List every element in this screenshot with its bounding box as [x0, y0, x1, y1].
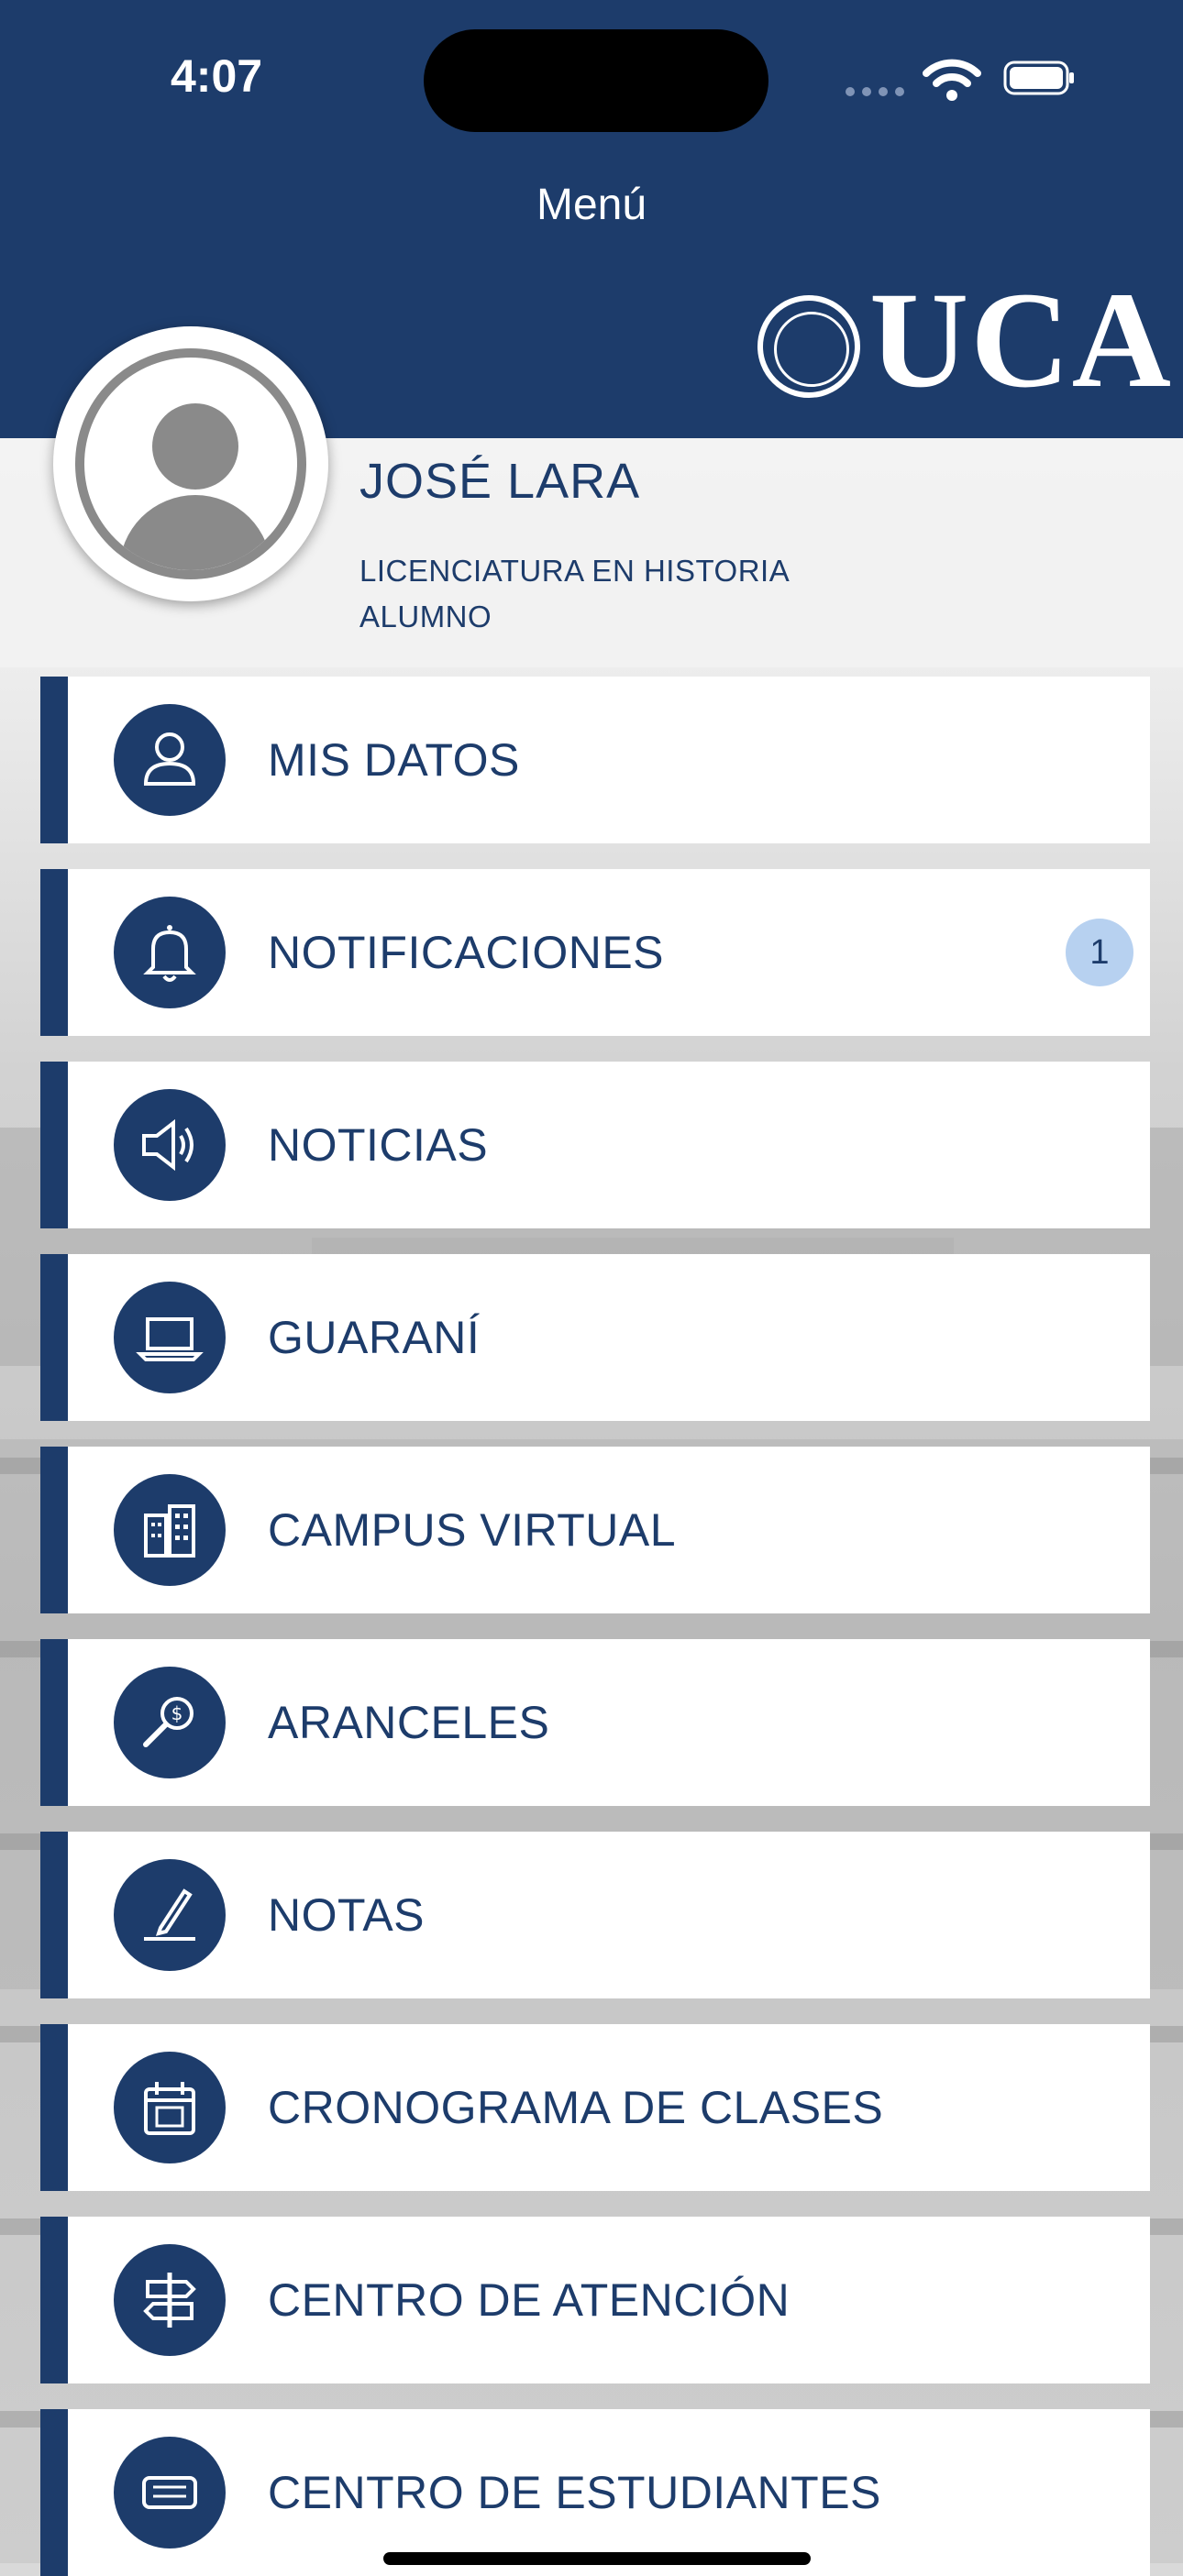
menu-item-label: CAMPUS VIRTUAL — [268, 1504, 677, 1556]
menu-item-label: GUARANÍ — [268, 1312, 481, 1363]
diploma-icon — [114, 2437, 226, 2548]
menu-item-label: NOTAS — [268, 1889, 426, 1941]
wifi-icon — [923, 59, 981, 101]
notification-badge: 1 — [1066, 919, 1133, 986]
user-role: ALUMNO — [359, 600, 492, 633]
building-icon — [114, 1474, 226, 1586]
menu-item-label: CRONOGRAMA DE CLASES — [268, 2082, 884, 2133]
cellular-signal-icon — [846, 84, 912, 101]
menu-item-centro-atencion[interactable]: CENTRO DE ATENCIÓN — [40, 2217, 1150, 2383]
menu-item-label: CENTRO DE ESTUDIANTES — [268, 2467, 881, 2518]
menu-item-label: NOTICIAS — [268, 1119, 489, 1171]
user-icon — [114, 704, 226, 816]
menu-item-mis-datos[interactable]: MIS DATOS — [40, 677, 1150, 843]
status-time: 4:07 — [171, 50, 263, 102]
laptop-icon — [114, 1282, 226, 1393]
megaphone-icon — [114, 1089, 226, 1201]
signpost-icon — [114, 2244, 226, 2356]
menu-item-cronograma[interactable]: CRONOGRAMA DE CLASES — [40, 2024, 1150, 2191]
menu-item-notas[interactable]: NOTAS — [40, 1832, 1150, 1998]
pen-icon — [114, 1859, 226, 1971]
page-title: Menú — [536, 181, 647, 229]
avatar[interactable] — [53, 326, 328, 601]
menu-item-notificaciones[interactable]: NOTIFICACIONES 1 — [40, 869, 1150, 1036]
svg-text:$: $ — [171, 1702, 183, 1724]
battery-icon — [1003, 61, 1074, 95]
menu-item-label: NOTIFICACIONES — [268, 927, 665, 978]
menu-item-label: MIS DATOS — [268, 734, 520, 786]
bell-icon — [114, 897, 226, 1008]
menu-item-centro-estudiantes[interactable]: CENTRO DE ESTUDIANTES — [40, 2409, 1150, 2576]
user-name: JOSÉ LARA — [359, 454, 641, 509]
dynamic-island — [424, 29, 768, 132]
user-career: LICENCIATURA EN HISTORIA — [359, 554, 791, 588]
menu-item-aranceles[interactable]: $ ARANCELES — [40, 1639, 1150, 1806]
calendar-icon — [114, 2052, 226, 2163]
menu-item-campus-virtual[interactable]: CAMPUS VIRTUAL — [40, 1447, 1150, 1613]
uca-seal-icon — [757, 295, 860, 398]
menu-item-label: CENTRO DE ATENCIÓN — [268, 2274, 791, 2326]
menu-item-label: ARANCELES — [268, 1697, 550, 1748]
menu-item-guarani[interactable]: GUARANÍ — [40, 1254, 1150, 1421]
menu-item-noticias[interactable]: NOTICIAS — [40, 1062, 1150, 1228]
money-search-icon: $ — [114, 1667, 226, 1778]
